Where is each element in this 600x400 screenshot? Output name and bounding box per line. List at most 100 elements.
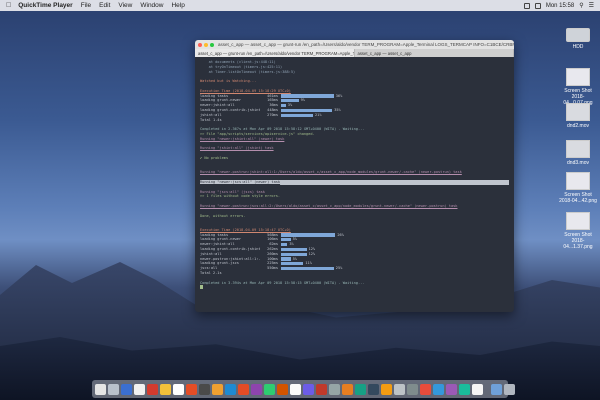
timing-percent: 25% [335, 266, 343, 271]
timing-bar [281, 233, 336, 237]
image-file-icon [566, 172, 590, 190]
timing-bar [281, 267, 334, 271]
menu-app-name[interactable]: QuickTime Player [18, 2, 72, 9]
dock-app-icon[interactable] [121, 383, 132, 395]
hard-drive-icon [566, 28, 590, 42]
dock-app-icon[interactable] [160, 383, 171, 395]
downloads-folder-icon[interactable] [491, 383, 502, 395]
dock [92, 380, 515, 398]
menu-view[interactable]: View [118, 2, 132, 9]
dock-app-icon[interactable] [433, 383, 444, 395]
desktop-icon-label: Screen Shot 2018-04...1.37.png [563, 232, 593, 250]
battery-icon[interactable] [534, 2, 541, 9]
timing-bar [281, 113, 313, 117]
timing-bar [281, 99, 299, 103]
dock-app-icon[interactable] [407, 383, 418, 395]
timing-percent: 21% [315, 112, 322, 117]
tab-bar: asset_c_app — grunt-run /en_path=/Users/… [195, 49, 514, 57]
timing-label: jshint:all [200, 112, 222, 117]
dock-app-icon[interactable] [472, 383, 483, 395]
dock-app-icon[interactable] [290, 383, 301, 395]
timing-bar [281, 243, 288, 247]
timing-bar [281, 103, 286, 108]
desktop-icon-label: dnd2.mov [567, 123, 589, 129]
desktop-icon[interactable]: Screen Shot 2018-04...42.png [558, 172, 598, 204]
dock-app-icon[interactable] [225, 383, 236, 395]
desktop-icon[interactable]: dnd2.mov [558, 103, 598, 129]
timing-percent: 11% [305, 261, 312, 266]
timing-bar [281, 108, 333, 112]
title-bar[interactable]: asset_c_app — asset_c_app — grunt-run /e… [195, 40, 514, 49]
image-file-icon [566, 68, 590, 86]
dock-app-icon[interactable] [342, 383, 353, 395]
dock-app-icon[interactable] [355, 383, 366, 395]
dock-app-icon[interactable] [264, 383, 275, 395]
dock-app-icon[interactable] [186, 383, 197, 395]
tab-1[interactable]: asset_c_app — grunt-run /en_path=/Users/… [195, 49, 355, 57]
dock-app-icon[interactable] [329, 383, 340, 395]
dock-app-icon[interactable] [277, 383, 288, 395]
timing-bar [281, 252, 307, 256]
dock-app-icon[interactable] [251, 383, 262, 395]
menu-help[interactable]: Help [171, 2, 184, 9]
desktop-icon-label: HDD [572, 44, 584, 50]
timing-percent: 9% [300, 98, 305, 103]
terminal-window[interactable]: asset_c_app — asset_c_app — grunt-run /e… [195, 40, 514, 312]
desktop-icon[interactable]: Screen Shot 2018-04...0.07.png [558, 68, 598, 106]
menu-list-icon[interactable]: ☰ [589, 2, 594, 9]
dock-app-icon[interactable] [316, 383, 327, 395]
timing-bar [281, 262, 304, 266]
text-cursor [200, 285, 203, 290]
dock-app-icon[interactable] [368, 383, 379, 395]
dock-app-icon[interactable] [394, 383, 405, 395]
dock-app-icon[interactable] [420, 383, 431, 395]
timing-percent: 3% [287, 103, 293, 108]
desktop-icon[interactable]: dnd3.mov [558, 140, 598, 166]
timing-bar [281, 94, 334, 98]
dock-app-icon[interactable] [381, 383, 392, 395]
menu-window[interactable]: Window [140, 2, 163, 9]
apple-icon[interactable]:  [6, 2, 11, 9]
dock-app-icon[interactable] [134, 383, 145, 395]
menu-file[interactable]: File [81, 2, 91, 9]
menu-edit[interactable]: Edit [99, 2, 110, 9]
dock-app-icon[interactable] [147, 383, 158, 395]
tab-2[interactable]: asset_c_app — asset_c_app [355, 49, 514, 57]
timing-duration: 550ms [267, 266, 278, 271]
timing-bar [281, 257, 291, 261]
desktop-icon[interactable]: Screen Shot 2018-04...1.37.png [558, 212, 598, 250]
timing-percent: 3% [289, 242, 294, 247]
close-icon[interactable] [198, 42, 202, 47]
wifi-icon[interactable] [523, 2, 530, 9]
dock-app-icon[interactable] [446, 383, 457, 395]
desktop-icon[interactable]: HDD [558, 28, 598, 50]
dock-app-icon[interactable] [95, 383, 106, 395]
timing-percent: 26% [337, 232, 344, 237]
clock[interactable]: Mon 15:58 [546, 3, 574, 9]
window-title: asset_c_app — asset_c_app — grunt-run /e… [218, 42, 514, 47]
zoom-icon[interactable] [210, 42, 214, 47]
desktop-icon-label: Screen Shot 2018-04...42.png [559, 192, 597, 204]
dock-app-icon[interactable] [459, 383, 470, 395]
search-icon[interactable]: ⚲ [579, 2, 583, 9]
video-file-icon [566, 140, 590, 158]
status-area: Mon 15:58 ⚲ ☰ [523, 2, 600, 9]
dock-app-icon[interactable] [238, 383, 249, 395]
dock-app-icon[interactable] [212, 383, 223, 395]
menu-bar:  QuickTime Player File Edit View Window… [0, 0, 600, 11]
dock-app-icon[interactable] [303, 383, 314, 395]
timing-percent: 36% [335, 93, 343, 98]
dock-app-icon[interactable] [173, 383, 184, 395]
timing-duration: 270ms [267, 112, 278, 117]
timing-percent: 12% [308, 251, 316, 256]
desktop-icon-label: dnd3.mov [567, 160, 589, 166]
prompt-line[interactable] [200, 285, 509, 290]
timing-percent: 35% [334, 107, 341, 112]
terminal-output[interactable]: at documents (client.js:448:11) at tryOn… [195, 57, 514, 293]
trash-icon[interactable] [504, 383, 515, 395]
timing-percent: 5% [292, 256, 297, 261]
dock-app-icon[interactable] [108, 383, 119, 395]
dock-app-icon[interactable] [199, 383, 210, 395]
timing-bar [281, 247, 307, 252]
minimize-icon[interactable] [204, 42, 208, 47]
